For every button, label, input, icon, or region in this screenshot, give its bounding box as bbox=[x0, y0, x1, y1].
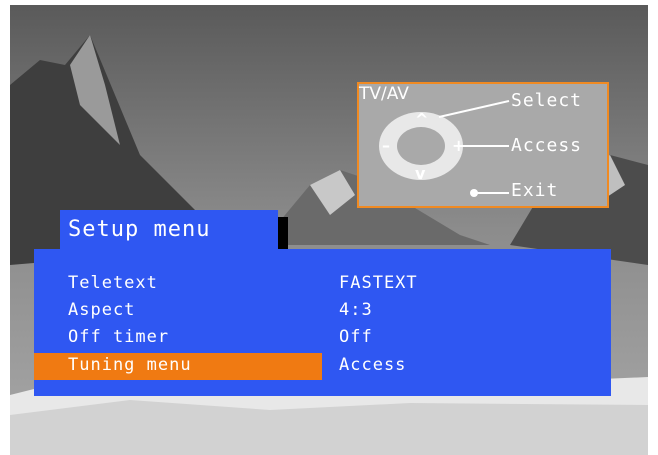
menu-row-teletext[interactable]: Teletext FASTEXT bbox=[34, 271, 611, 296]
menu-row-aspect[interactable]: Aspect 4:3 bbox=[34, 298, 611, 323]
menu-row-tuning-menu[interactable]: Tuning menu Access bbox=[34, 353, 611, 380]
menu-row-off-timer[interactable]: Off timer Off bbox=[34, 325, 611, 350]
up-arrow-icon: ^ bbox=[415, 110, 429, 129]
minus-icon: – bbox=[382, 136, 390, 155]
select-label: Select bbox=[511, 90, 583, 111]
row-label: Teletext bbox=[68, 273, 158, 293]
row-label: Off timer bbox=[68, 327, 170, 347]
exit-label: Exit bbox=[511, 180, 559, 201]
down-arrow-icon: v bbox=[415, 164, 426, 183]
row-value: FASTEXT bbox=[339, 273, 418, 293]
row-label: Tuning menu bbox=[68, 355, 192, 375]
row-value: Access bbox=[339, 355, 407, 375]
row-label: Aspect bbox=[68, 300, 136, 320]
remote-help-box: ^ v + – Select Access Exit TV/AV bbox=[357, 82, 609, 208]
access-label: Access bbox=[511, 135, 583, 156]
setup-menu-panel: Teletext FASTEXT Aspect 4:3 Off timer Of… bbox=[34, 249, 611, 396]
row-value: Off bbox=[339, 327, 373, 347]
menu-title: Setup menu bbox=[60, 210, 278, 250]
plus-icon: + bbox=[452, 136, 466, 155]
row-value: 4:3 bbox=[339, 300, 373, 320]
